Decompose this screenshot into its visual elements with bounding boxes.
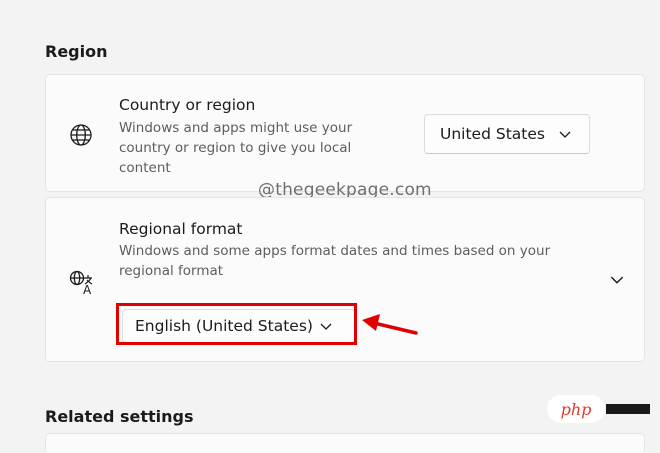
- related-settings-card: [45, 433, 645, 453]
- regional-desc-line-1: Windows and some apps format dates and t…: [119, 243, 551, 259]
- country-desc-line-2: country or region to give you local: [119, 140, 352, 156]
- regional-desc-line-2: regional format: [119, 263, 224, 279]
- svg-text:A: A: [83, 283, 92, 297]
- php-logo: php: [547, 395, 605, 423]
- logo-bar: [606, 404, 650, 414]
- country-desc-line-3: content: [119, 160, 171, 176]
- country-region-selected: United States: [440, 125, 545, 143]
- highlight-box: [116, 303, 357, 345]
- region-section-title: Region: [45, 42, 108, 61]
- country-region-dropdown[interactable]: United States: [424, 114, 590, 154]
- related-settings-title: Related settings: [45, 407, 194, 426]
- country-region-title: Country or region: [119, 96, 256, 114]
- php-logo-text: php: [560, 399, 592, 419]
- expand-chevron-icon[interactable]: [610, 276, 624, 285]
- regional-format-title: Regional format: [119, 220, 243, 238]
- regional-format-description: Windows and some apps format dates and t…: [119, 241, 599, 281]
- arrow-annotation-icon: [362, 314, 418, 335]
- language-icon: A: [68, 269, 94, 297]
- country-region-description: Windows and apps might use your country …: [119, 118, 399, 178]
- globe-icon: [68, 122, 94, 148]
- country-desc-line-1: Windows and apps might use your: [119, 120, 353, 136]
- chevron-down-icon: [559, 131, 571, 138]
- country-region-card: Country or region Windows and apps might…: [45, 74, 645, 192]
